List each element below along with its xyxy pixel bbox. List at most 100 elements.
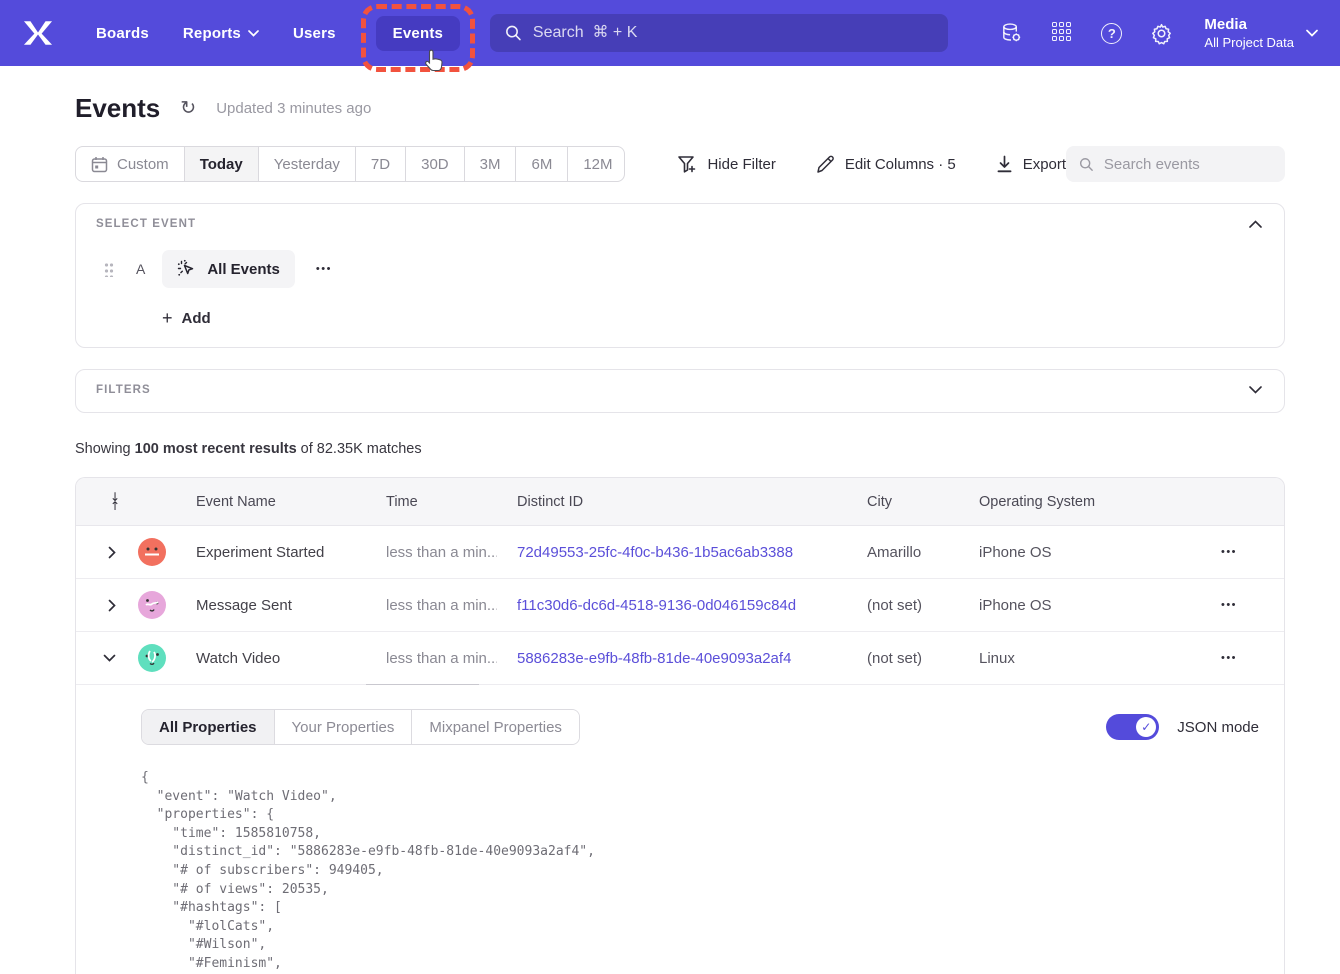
avatar: [138, 538, 166, 566]
date-range-7d[interactable]: 7D: [356, 147, 406, 181]
json-mode-toggle[interactable]: ✓: [1106, 714, 1159, 740]
nav-item-events-wrapper: Events: [376, 16, 460, 51]
hide-filter-label: Hide Filter: [707, 156, 775, 173]
global-search-input[interactable]: [533, 24, 933, 42]
search-icon: [505, 24, 522, 42]
page-header: Events ↻ Updated 3 minutes ago: [75, 93, 1285, 124]
column-header-event-name[interactable]: Event Name: [180, 494, 366, 510]
nav-item-reports[interactable]: Reports: [183, 25, 259, 42]
date-range-6m[interactable]: 6M: [516, 147, 568, 181]
pencil-icon: [816, 155, 835, 174]
date-range-30d-label: 30D: [421, 156, 449, 173]
column-header-city[interactable]: City: [847, 494, 959, 510]
cell-distinct-id-link[interactable]: f11c30d6-dc6d-4518-9136-0d046159c84d: [497, 597, 847, 614]
chevron-up-icon: [1249, 220, 1262, 228]
project-selector[interactable]: Media All Project Data: [1204, 15, 1318, 51]
project-name: Media: [1204, 15, 1294, 34]
tab-your-properties[interactable]: Your Properties: [275, 710, 413, 744]
table-row[interactable]: Experiment Started less than a min... 72…: [76, 526, 1284, 579]
cursor-hand-icon: [422, 48, 446, 74]
event-picker-label: All Events: [207, 261, 280, 278]
refresh-icon[interactable]: ↻: [180, 99, 196, 118]
select-event-label: SELECT EVENT: [96, 218, 196, 230]
events-search[interactable]: [1066, 146, 1285, 182]
tab-mixpanel-properties[interactable]: Mixpanel Properties: [412, 710, 579, 744]
results-summary-count: 100 most recent results: [135, 441, 297, 457]
export-label: Export: [1023, 156, 1066, 173]
hide-filter-button[interactable]: Hide Filter: [677, 155, 775, 174]
cell-time: less than a min...: [366, 544, 497, 561]
column-header-distinct-id[interactable]: Distinct ID: [497, 494, 847, 510]
help-question-glyph: ?: [1101, 23, 1122, 44]
cell-event-name: Experiment Started: [180, 544, 366, 561]
row-more-options-button[interactable]: •••: [1211, 593, 1247, 617]
table-row-expanded[interactable]: Watch Video less than a min... 5886283e-…: [76, 632, 1284, 685]
cell-os: iPhone OS: [959, 597, 1174, 614]
updated-timestamp: Updated 3 minutes ago: [216, 100, 371, 117]
edit-columns-label: Edit Columns · 5: [845, 156, 956, 173]
date-range-yesterday[interactable]: Yesterday: [259, 147, 356, 181]
nav-item-boards[interactable]: Boards: [96, 25, 149, 42]
collapse-all-rows-icon[interactable]: ↓↑: [110, 493, 120, 511]
expand-row-chevron-icon[interactable]: [108, 546, 116, 559]
table-row[interactable]: Message Sent less than a min... f11c30d6…: [76, 579, 1284, 632]
date-range-12m-label: 12M: [583, 156, 612, 173]
avatar: [138, 644, 166, 672]
series-letter: A: [136, 261, 145, 277]
date-range-custom[interactable]: Custom: [76, 147, 185, 181]
global-search[interactable]: [490, 14, 948, 52]
tab-all-properties[interactable]: All Properties: [142, 710, 275, 744]
event-picker-button[interactable]: All Events: [162, 250, 295, 288]
collapse-row-chevron-icon[interactable]: [103, 654, 116, 662]
filters-header: FILTERS: [76, 370, 1284, 396]
select-event-card: SELECT EVENT A: [75, 203, 1285, 348]
chevron-down-icon: [1306, 29, 1318, 37]
cell-distinct-id-link[interactable]: 72d49553-25fc-4f0c-b436-1b5ac6ab3388: [497, 544, 847, 561]
column-header-time[interactable]: Time: [366, 494, 497, 510]
date-range-7d-label: 7D: [371, 156, 390, 173]
data-management-icon[interactable]: [1000, 22, 1023, 45]
drag-handle[interactable]: [104, 261, 114, 277]
expand-filters-button[interactable]: [1247, 384, 1264, 396]
date-range-30d[interactable]: 30D: [406, 147, 465, 181]
date-range-12m[interactable]: 12M: [568, 147, 625, 181]
export-button[interactable]: Export: [996, 155, 1066, 173]
events-search-input[interactable]: [1104, 156, 1272, 173]
filters-label: FILTERS: [96, 384, 151, 396]
json-mode-label: JSON mode: [1177, 719, 1259, 736]
help-icon[interactable]: ?: [1100, 22, 1123, 45]
row-more-options-button[interactable]: •••: [1211, 540, 1247, 564]
date-range-6m-label: 6M: [531, 156, 552, 173]
mixpanel-logo[interactable]: [22, 20, 54, 46]
date-range-3m-label: 3M: [480, 156, 501, 173]
settings-gear-icon[interactable]: [1150, 22, 1173, 45]
select-event-body: A All Events ••• +: [76, 230, 1284, 347]
results-summary: Showing 100 most recent results of 82.35…: [75, 441, 1285, 457]
add-event-button[interactable]: + Add: [162, 308, 1264, 329]
event-more-options-button[interactable]: •••: [310, 257, 338, 281]
project-text: Media All Project Data: [1204, 15, 1294, 51]
cell-distinct-id-link[interactable]: 5886283e-e9fb-48fb-81de-40e9093a2af4: [497, 650, 847, 667]
properties-tab-group: All Properties Your Properties Mixpanel …: [141, 709, 580, 745]
cell-city: (not set): [847, 597, 959, 614]
collapse-select-event-button[interactable]: [1247, 218, 1264, 230]
column-header-operating-system[interactable]: Operating System: [959, 494, 1174, 510]
apps-grid-icon[interactable]: [1050, 22, 1073, 45]
cell-event-name: Message Sent: [180, 597, 366, 614]
expand-row-chevron-icon[interactable]: [108, 599, 116, 612]
nav-item-users[interactable]: Users: [293, 25, 336, 42]
date-range-today-label: Today: [200, 156, 243, 173]
search-icon: [1079, 156, 1094, 173]
nav-item-events-label: Events: [393, 25, 443, 42]
toolbar-row: Custom Today Yesterday 7D 30D 3M: [75, 146, 1285, 182]
edit-columns-button[interactable]: Edit Columns · 5: [816, 155, 956, 174]
nav-item-events[interactable]: Events: [376, 16, 460, 51]
filter-funnel-icon: [677, 155, 697, 174]
toolbar-actions: Hide Filter Edit Columns · 5 Export: [677, 155, 1066, 174]
date-range-3m[interactable]: 3M: [465, 147, 517, 181]
top-navbar: Boards Reports Users Events: [0, 0, 1340, 66]
calendar-icon: [91, 156, 108, 173]
date-range-today[interactable]: Today: [185, 147, 259, 181]
events-page: Boards Reports Users Events: [0, 0, 1340, 974]
row-more-options-button[interactable]: •••: [1211, 646, 1247, 670]
